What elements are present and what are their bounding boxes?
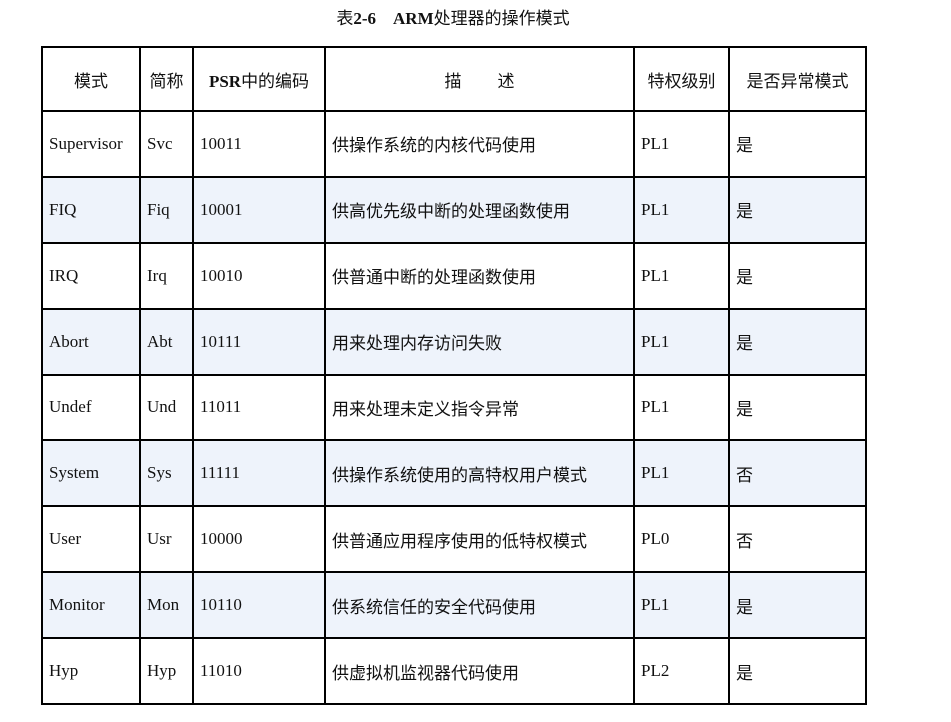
cell-mode: System	[41, 439, 141, 508]
cell-mode: Abort	[41, 307, 141, 376]
cell-abbr: Mon	[139, 571, 194, 639]
table-row: Monitor Mon 10110 供系统信任的安全代码使用 PL1 是	[41, 571, 867, 639]
cell-desc: 供操作系统使用的高特权用户模式	[324, 439, 635, 508]
cell-code: 10001	[192, 175, 326, 244]
cell-abbr: Und	[139, 373, 194, 442]
cell-priv: PL1	[633, 373, 730, 442]
cell-mode: Supervisor	[41, 110, 141, 178]
cell-code: 10011	[192, 110, 326, 178]
cell-code: 11111	[192, 439, 326, 508]
cell-mode: Undef	[41, 373, 141, 442]
table-row: System Sys 11111 供操作系统使用的高特权用户模式 PL1 否	[41, 439, 867, 508]
header-desc-a: 描	[444, 71, 462, 91]
cell-exception: 是	[728, 110, 867, 178]
cell-abbr: Usr	[139, 505, 194, 574]
cell-exception: 是	[728, 307, 867, 376]
cell-code: 10111	[192, 307, 326, 376]
cell-abbr: Svc	[139, 110, 194, 178]
header-exception: 是否异常模式	[728, 46, 867, 112]
cell-mode: FIQ	[41, 175, 141, 244]
cell-exception: 是	[728, 373, 867, 442]
table-row: Abort Abt 10111 用来处理内存访问失败 PL1 是	[41, 307, 867, 376]
caption-prefix: 表	[336, 9, 354, 28]
cell-priv: PL0	[633, 505, 730, 574]
cell-abbr: Abt	[139, 307, 194, 376]
cell-exception: 是	[728, 241, 867, 310]
table-row: Hyp Hyp 11010 供虚拟机监视器代码使用 PL2 是	[41, 637, 867, 705]
cell-mode: IRQ	[41, 241, 141, 310]
cell-desc: 供普通应用程序使用的低特权模式	[324, 505, 635, 574]
table-row: User Usr 10000 供普通应用程序使用的低特权模式 PL0 否	[41, 505, 867, 574]
cell-abbr: Irq	[139, 241, 194, 310]
cell-priv: PL1	[633, 439, 730, 508]
caption-title: 处理器的操作模式	[433, 9, 570, 28]
cell-exception: 是	[728, 637, 867, 705]
cell-code: 10000	[192, 505, 326, 574]
cell-mode: User	[41, 505, 141, 574]
table-header-row: 模式 简称 PSR中的编码 描述 特权级别 是否异常模式	[41, 46, 867, 112]
cell-desc: 供普通中断的处理函数使用	[324, 241, 635, 310]
cell-desc: 供系统信任的安全代码使用	[324, 571, 635, 639]
cell-exception: 否	[728, 505, 867, 574]
cell-mode: Monitor	[41, 571, 141, 639]
cell-code: 11010	[192, 637, 326, 705]
caption-arm: ARM	[393, 9, 434, 28]
cell-desc: 供操作系统的内核代码使用	[324, 110, 635, 178]
header-abbr: 简称	[139, 46, 194, 112]
header-psr-bold: PSR	[208, 71, 242, 91]
cell-exception: 是	[728, 571, 867, 639]
cell-code: 10110	[192, 571, 326, 639]
cell-exception: 否	[728, 439, 867, 508]
cell-priv: PL1	[633, 110, 730, 178]
cell-abbr: Sys	[139, 439, 194, 508]
cell-code: 10010	[192, 241, 326, 310]
cell-priv: PL1	[633, 307, 730, 376]
cell-priv: PL2	[633, 637, 730, 705]
cell-exception: 是	[728, 175, 867, 244]
header-privilege: 特权级别	[633, 46, 730, 112]
cell-priv: PL1	[633, 175, 730, 244]
table-caption: 表2-6 ARM处理器的操作模式	[0, 7, 906, 31]
table-row: Supervisor Svc 10011 供操作系统的内核代码使用 PL1 是	[41, 110, 867, 178]
caption-number: 2-6	[353, 9, 377, 28]
cell-abbr: Fiq	[139, 175, 194, 244]
header-psr-code: PSR中的编码	[192, 46, 326, 112]
header-mode: 模式	[41, 46, 141, 112]
cell-desc: 供高优先级中断的处理函数使用	[324, 175, 635, 244]
header-description: 描述	[324, 46, 635, 112]
arm-modes-table: 模式 简称 PSR中的编码 描述 特权级别 是否异常模式 Supervisor …	[41, 46, 867, 705]
cell-priv: PL1	[633, 241, 730, 310]
cell-abbr: Hyp	[139, 637, 194, 705]
table-row: Undef Und 11011 用来处理未定义指令异常 PL1 是	[41, 373, 867, 442]
cell-desc: 用来处理未定义指令异常	[324, 373, 635, 442]
cell-mode: Hyp	[41, 637, 141, 705]
cell-priv: PL1	[633, 571, 730, 639]
table-row: IRQ Irq 10010 供普通中断的处理函数使用 PL1 是	[41, 241, 867, 310]
header-desc-b: 述	[497, 71, 515, 91]
table-row: FIQ Fiq 10001 供高优先级中断的处理函数使用 PL1 是	[41, 175, 867, 244]
header-psr-rest: 中的编码	[241, 71, 310, 91]
cell-code: 11011	[192, 373, 326, 442]
cell-desc: 供虚拟机监视器代码使用	[324, 637, 635, 705]
cell-desc: 用来处理内存访问失败	[324, 307, 635, 376]
